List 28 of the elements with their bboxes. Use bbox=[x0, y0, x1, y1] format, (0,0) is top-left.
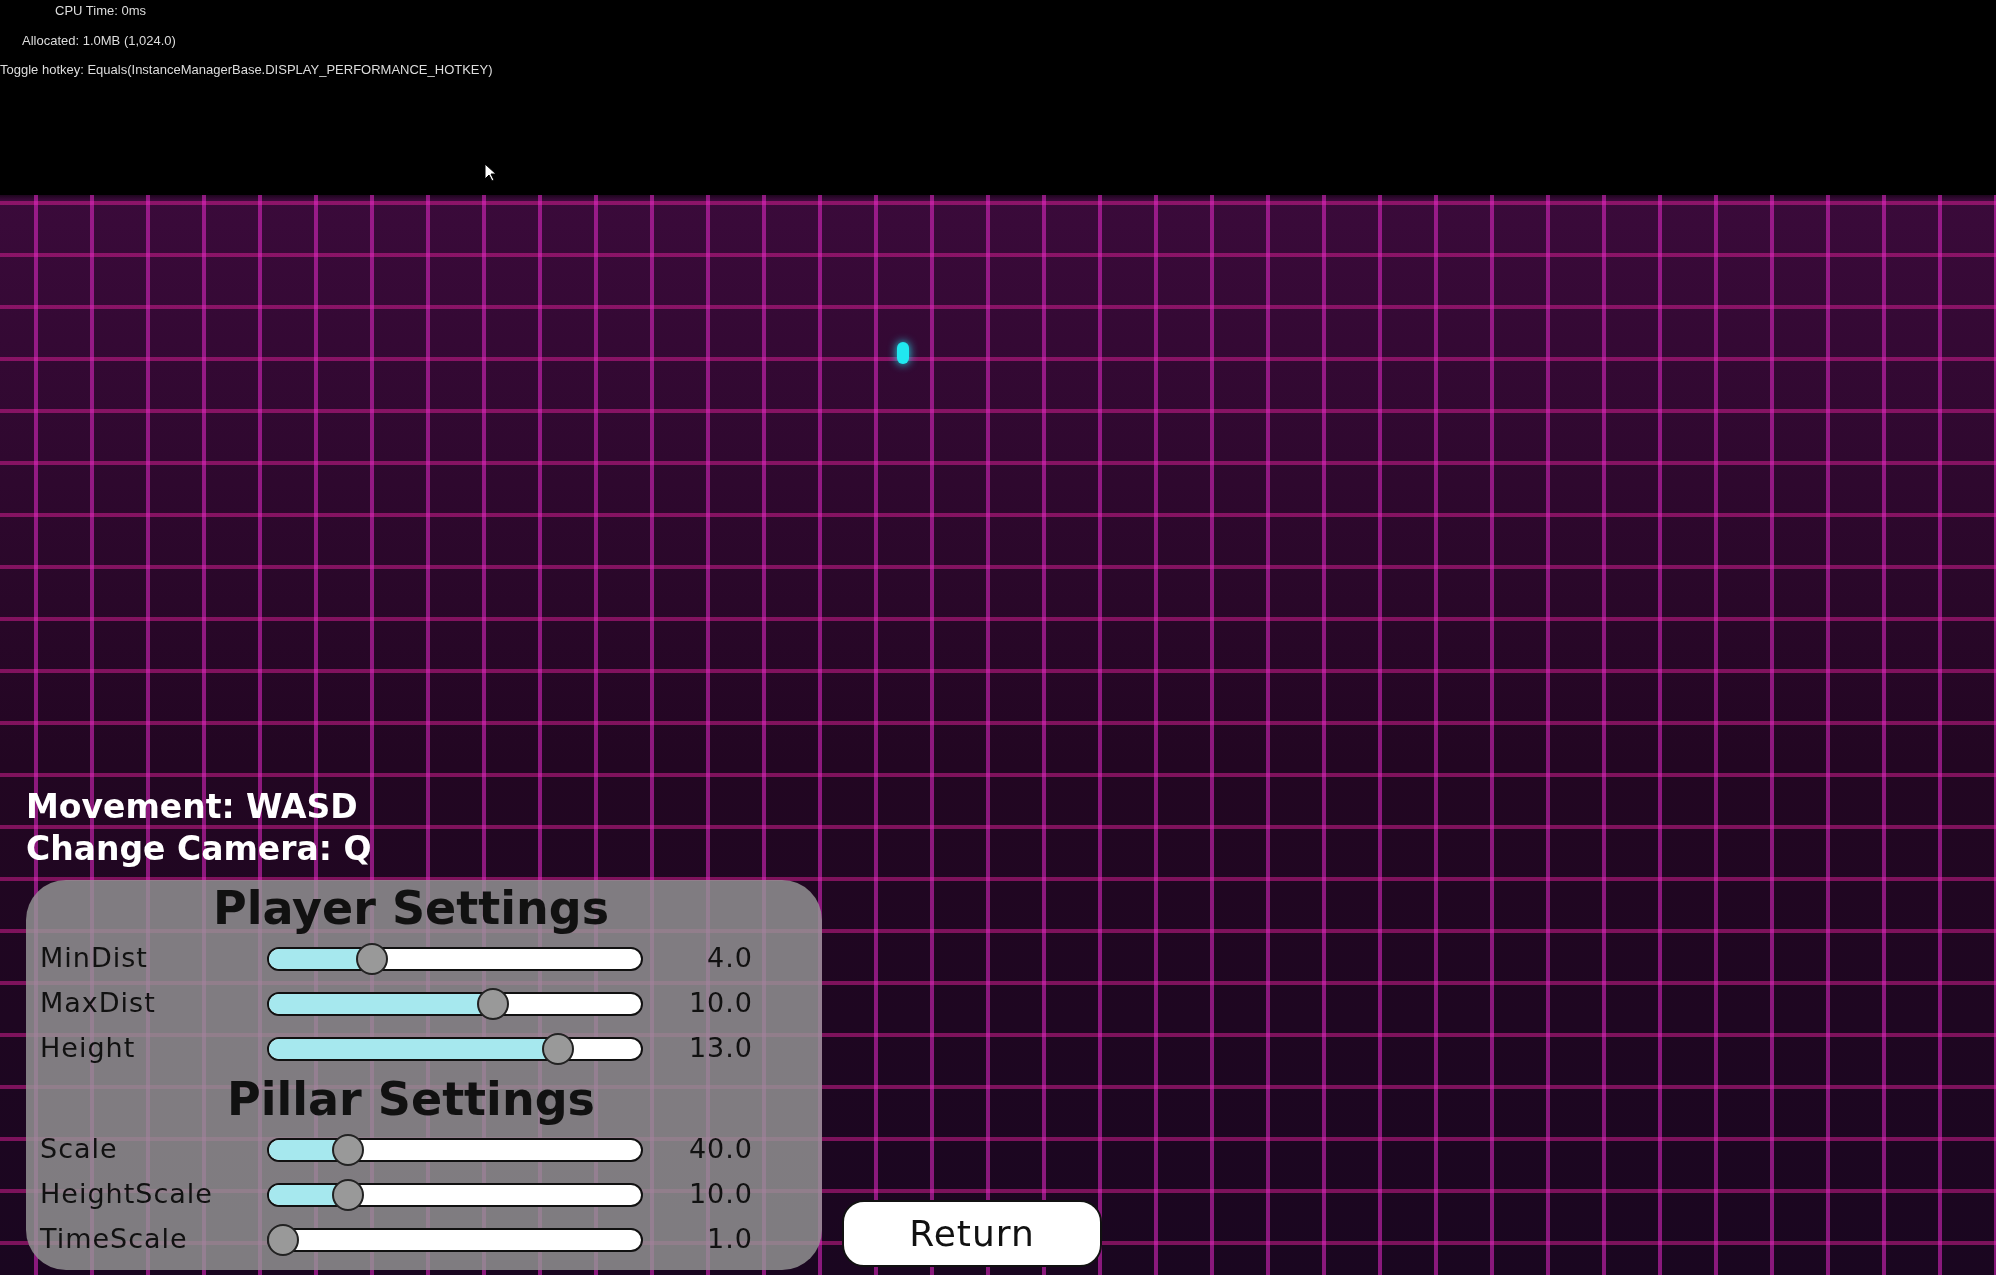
slider-thumb[interactable] bbox=[332, 1133, 365, 1166]
controls-hint-text: Movement: WASD bbox=[26, 787, 358, 826]
slider-label: Height bbox=[40, 1031, 137, 1066]
slider-value: 13.0 bbox=[687, 1031, 753, 1066]
slider-label: Scale bbox=[40, 1132, 119, 1167]
slider-label: MinDist bbox=[40, 941, 149, 976]
section-title: Pillar Settings bbox=[227, 1072, 595, 1126]
slider-value: 10.0 bbox=[687, 986, 753, 1021]
slider-value: 4.0 bbox=[706, 941, 753, 976]
slider-value: 40.0 bbox=[687, 1132, 753, 1167]
section-title: Player Settings bbox=[212, 881, 610, 935]
slider-thumb[interactable] bbox=[267, 1223, 299, 1256]
slider-value: 10.0 bbox=[687, 1177, 753, 1212]
performance-text: Allocated: 1.0MB (1,024.0) bbox=[22, 32, 176, 48]
slider-thumb[interactable] bbox=[542, 1032, 575, 1065]
slider-label: TimeScale bbox=[40, 1222, 189, 1257]
performance-text: Toggle hotkey: Equals(InstanceManagerBase.DISPLAY_PERFORMANCE_HOTKEY) bbox=[0, 62, 493, 77]
glowing-capsule bbox=[897, 342, 909, 364]
performance-text: CPU Time: 0ms bbox=[55, 3, 146, 18]
slider-value: 1.0 bbox=[706, 1222, 753, 1257]
controls-hint-text: Change Camera: Q bbox=[26, 829, 372, 868]
slider-label: HeightScale bbox=[40, 1177, 214, 1212]
slider-thumb[interactable] bbox=[332, 1178, 365, 1211]
slider-label: MaxDist bbox=[40, 986, 157, 1021]
return-button[interactable]: Return bbox=[842, 1200, 1102, 1267]
slider-thumb[interactable] bbox=[476, 987, 509, 1020]
mouse-cursor-icon bbox=[484, 163, 497, 182]
slider-thumb[interactable] bbox=[356, 942, 389, 975]
